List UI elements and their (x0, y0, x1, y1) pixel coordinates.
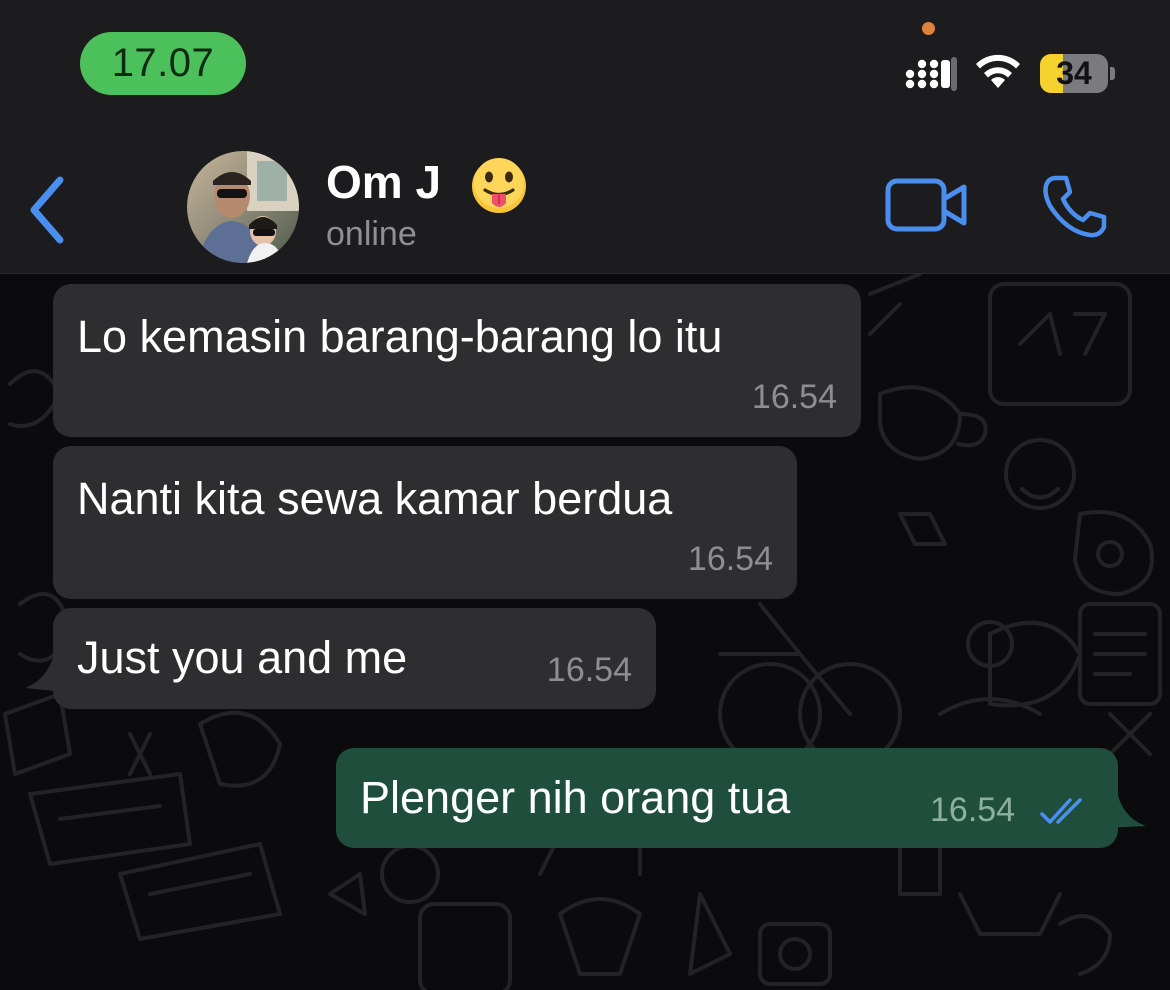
message-text: Just you and me (77, 632, 408, 683)
video-call-button[interactable] (884, 175, 972, 237)
contact-name-text: Om J (326, 156, 442, 208)
status-time-pill[interactable]: 17.07 (80, 32, 246, 95)
cellular-signal-icon (905, 57, 957, 91)
message-timestamp: 16.54 (687, 540, 773, 578)
message-timestamp: 16.54 (751, 378, 837, 416)
message-text: Plenger nih orang tua (360, 772, 791, 823)
mic-indicator-dot (922, 22, 935, 35)
back-button[interactable] (20, 170, 80, 250)
wifi-icon (976, 54, 1020, 88)
voice-call-button[interactable] (1040, 172, 1110, 242)
message-timestamp: 16.54 (930, 791, 1016, 829)
message-timestamp: 16.54 (546, 651, 632, 689)
message-bubble-incoming[interactable]: Just you and me 16.54 (53, 608, 656, 709)
message-bubble-incoming[interactable]: Lo kemasin barang-barang lo itu 16.54 (53, 284, 861, 437)
battery-tip (1110, 67, 1115, 80)
video-camera-icon (885, 178, 967, 232)
message-bubble-incoming[interactable]: Nanti kita sewa kamar berdua 16.54 (53, 446, 797, 599)
double-check-icon (1040, 798, 1082, 824)
contact-avatar[interactable] (187, 151, 299, 263)
contact-status: online (326, 215, 417, 253)
chat-area[interactable]: Lo kemasin barang-barang lo itu 16.54 Na… (0, 274, 1170, 990)
message-text: Lo kemasin barang-barang lo itu (77, 311, 723, 362)
battery-level-label: 34 (1056, 55, 1092, 91)
message-bubble-outgoing[interactable]: Plenger nih orang tua 16.54 (336, 748, 1118, 848)
battery-indicator: 34 (1040, 54, 1108, 93)
contact-name[interactable]: Om J (326, 155, 528, 215)
avatar-photo (187, 151, 299, 263)
tongue-emoji-icon (470, 157, 528, 215)
chat-header: 17.07 34 Om J online (0, 0, 1170, 274)
chevron-left-icon (30, 176, 64, 244)
phone-icon (1043, 175, 1107, 238)
message-text: Nanti kita sewa kamar berdua (77, 473, 673, 524)
status-time: 17.07 (111, 41, 215, 85)
